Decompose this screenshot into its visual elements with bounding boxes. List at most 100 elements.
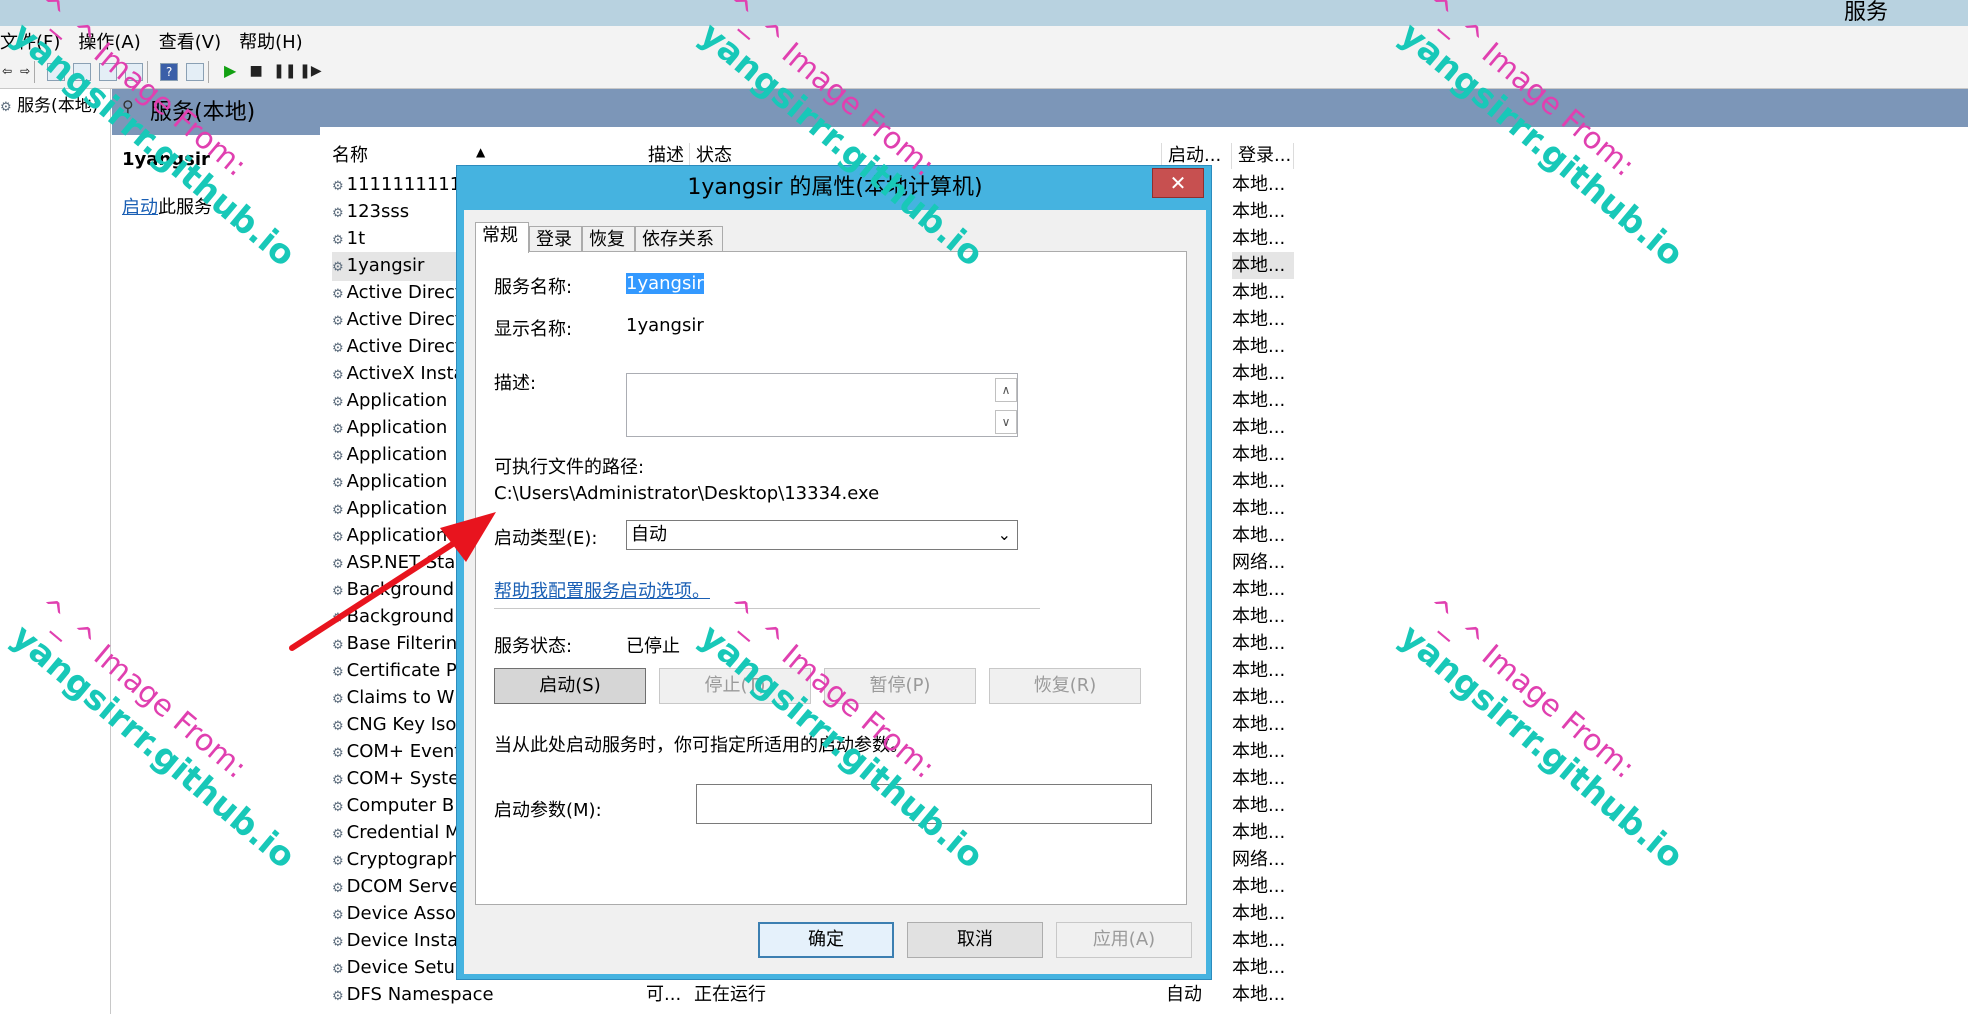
service-name-text: ActiveX Insta <box>346 363 465 384</box>
service-name-text: 1yangsir <box>346 255 425 276</box>
service-logon-cell: 本地... <box>1232 363 1286 384</box>
service-logon-cell: 本地... <box>1232 714 1286 735</box>
service-status-cell: 正在运行 <box>694 984 766 1005</box>
startup-type-value: 自动 <box>631 524 667 545</box>
gear-icon: ⚙ <box>332 692 344 707</box>
service-logon-cell: 本地... <box>1232 876 1286 897</box>
gear-icon: ⚙ <box>332 746 344 761</box>
gear-icon: ⚙ <box>332 854 344 869</box>
service-logon-cell: 本地... <box>1232 633 1286 654</box>
service-logon-cell: 本地... <box>1232 309 1286 330</box>
menu-view[interactable]: 查看(V) <box>159 28 221 54</box>
gear-icon: ⚙ <box>332 908 344 923</box>
service-logon-cell: 本地... <box>1232 228 1286 249</box>
gear-icon: ⚙ <box>332 314 344 329</box>
service-name-label: 服务名称: <box>494 277 573 298</box>
service-name-text: Cryptograph <box>346 849 460 870</box>
chevron-down-icon: ⌄ <box>997 525 1011 544</box>
close-button[interactable]: ✕ <box>1152 168 1204 198</box>
apply-button[interactable]: 应用(A) <box>1056 922 1192 958</box>
column-logon-label: 登录... <box>1238 145 1292 166</box>
service-logon-cell: 本地... <box>1232 390 1286 411</box>
gear-icon: ⚙ <box>332 530 344 545</box>
service-name-text: 1111111111 <box>346 174 462 195</box>
service-name-text: Active Direct <box>346 282 462 303</box>
help-icon[interactable]: ? <box>160 63 179 81</box>
scroll-up-icon[interactable]: ∧ <box>995 378 1017 402</box>
service-name-text: Application <box>346 498 448 519</box>
sort-ascending-icon: ▲ <box>476 145 486 159</box>
gear-icon: ⚙ <box>332 584 344 599</box>
menu-help[interactable]: 帮助(H) <box>239 28 303 54</box>
service-logon-cell: 本地... <box>1232 606 1286 627</box>
service-logon-cell: 本地... <box>1232 768 1286 789</box>
service-name-text: Application <box>346 471 448 492</box>
service-desc-cell: 可... <box>646 984 682 1005</box>
gear-icon: ⚙ <box>332 179 344 194</box>
gear-icon: ⚙ <box>332 773 344 788</box>
service-name-value[interactable]: 1yangsir <box>626 273 704 294</box>
service-name-text: Claims to W <box>346 687 455 708</box>
play-icon[interactable]: ▶ <box>221 63 239 81</box>
stop-icon[interactable]: ■ <box>247 63 265 81</box>
gear-icon: ⚙ <box>332 503 344 518</box>
service-name-text: Base Filterin <box>346 633 458 654</box>
help-configure-link[interactable]: 帮助我配置服务启动选项。 <box>494 577 710 603</box>
gear-icon: ⚙ <box>332 206 344 221</box>
service-name-text: Application <box>346 417 448 438</box>
service-status-value: 已停止 <box>626 636 680 657</box>
column-header-logon[interactable]: 登录... <box>1232 143 1294 169</box>
gear-icon: ⚙ <box>332 449 344 464</box>
pause-icon[interactable]: ❚❚ <box>273 63 296 81</box>
tab-dependencies[interactable]: 依存关系 <box>635 226 723 252</box>
gear-icon: ⚙ <box>332 611 344 626</box>
service-name-text: Background <box>346 579 455 600</box>
gear-icon: ⚙ <box>332 395 344 410</box>
startup-type-select[interactable]: 自动 ⌄ <box>626 520 1018 550</box>
service-name-text: COM+ Event <box>346 741 462 762</box>
toolbar: ⇦ ⇨ ? ▶ ■ ❚❚ ❚▶ <box>0 56 1968 89</box>
description-field[interactable]: ∧ ∨ <box>626 373 1018 437</box>
service-name-text: Credential M <box>346 822 461 843</box>
service-logon-cell: 本地... <box>1232 282 1286 303</box>
tab-logon[interactable]: 登录 <box>529 226 582 252</box>
scroll-down-icon[interactable]: ∨ <box>995 410 1017 434</box>
table-row[interactable]: ⚙ DFS Namespace 可... 正在运行 自动 本地... <box>320 981 1968 1008</box>
service-logon-cell: 网络... <box>1232 849 1286 870</box>
gear-icon: ⚙ <box>332 719 344 734</box>
service-logon-cell: 本地... <box>1232 498 1286 519</box>
gear-icon: ⚙ <box>332 341 344 356</box>
menu-bar: 文件(F) 操作(A) 查看(V) 帮助(H) <box>0 26 1968 56</box>
window-titlebar: 服务 <box>0 0 1968 26</box>
divider <box>494 608 1040 609</box>
service-logon-cell: 本地... <box>1232 903 1286 924</box>
executable-path-value[interactable]: C:\Users\Administrator\Desktop\13334.exe <box>494 483 879 504</box>
gear-icon: ⚙ <box>332 233 344 248</box>
tab-general[interactable]: 常规 <box>475 222 529 253</box>
service-name-text: DFS Namespace <box>346 984 494 1005</box>
restart-icon[interactable]: ❚▶ <box>299 63 322 81</box>
startup-type-label: 启动类型(E): <box>494 528 598 549</box>
gear-icon: ⚙ <box>332 827 344 842</box>
back-icon[interactable]: ⇦ <box>2 63 12 81</box>
cancel-button[interactable]: 取消 <box>907 922 1043 958</box>
gear-icon: ⚙ <box>332 557 344 572</box>
service-name-text: Device Insta <box>346 930 459 951</box>
start-button[interactable]: 启动(S) <box>494 668 646 704</box>
gear-icon: ⚙ <box>332 935 344 950</box>
start-service-link[interactable]: 启动 <box>122 197 158 218</box>
service-logon-cell: 本地... <box>1232 525 1286 546</box>
service-name-text: Certificate P <box>346 660 457 681</box>
gear-icon: ⚙ <box>332 287 344 302</box>
extended-pane: 1yangsir 启动此服务 <box>112 135 320 1014</box>
show-pane-icon[interactable] <box>186 63 205 81</box>
description-label: 描述: <box>494 373 537 394</box>
service-name-text: Background <box>346 606 455 627</box>
ok-button[interactable]: 确定 <box>758 922 894 958</box>
tab-recovery[interactable]: 恢复 <box>582 226 635 252</box>
service-logon-cell: 本地... <box>1232 579 1286 600</box>
service-logon-cell: 本地... <box>1232 417 1286 438</box>
resume-button[interactable]: 恢复(R) <box>989 668 1141 704</box>
gear-icon: ⚙ <box>332 881 344 896</box>
service-name-text: Device Asso <box>346 903 457 924</box>
